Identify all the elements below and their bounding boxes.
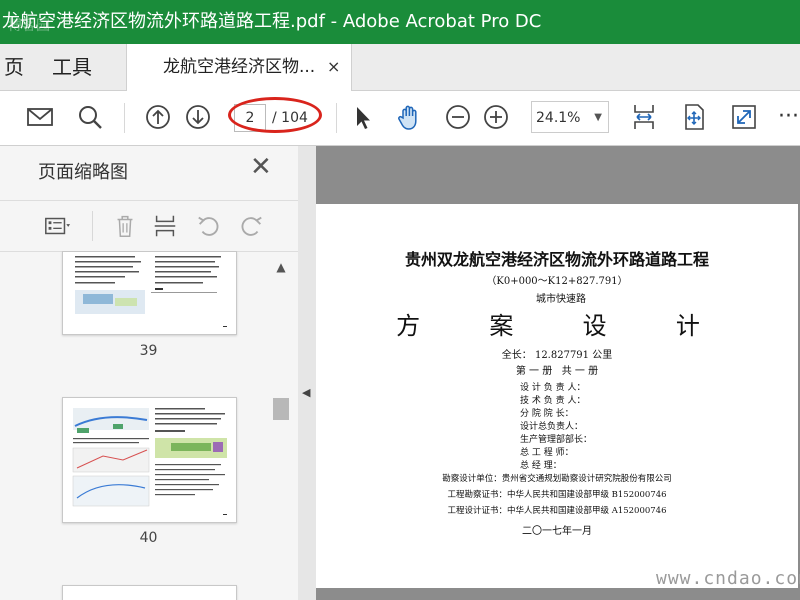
zoom-level-select[interactable]: 24.1% ▼ — [531, 101, 609, 133]
zoom-out-button[interactable] — [440, 99, 476, 135]
rotate-counterclockwise-button[interactable] — [192, 209, 226, 243]
project-length: 全长： 12.827791 公里 — [501, 350, 613, 361]
signature-line: 总 经 理： — [520, 461, 562, 471]
signature-line: 技 术 负 责 人： — [520, 396, 586, 406]
thumbnail-toolbar — [0, 200, 298, 252]
close-panel-button[interactable]: ✕ — [250, 152, 272, 182]
hand-icon — [398, 105, 417, 130]
rotate-left-icon — [198, 216, 219, 236]
watermark-top: 博客园 — [8, 18, 50, 34]
scroll-up-arrow[interactable]: ▲ — [272, 258, 290, 276]
watermark-bottom: www.cndao.com — [656, 568, 800, 589]
zoom-in-icon — [484, 105, 508, 129]
toolbar-divider — [336, 103, 337, 133]
signature-line: 设计总负责人： — [520, 422, 584, 432]
tab-tools[interactable]: 工具 — [52, 44, 92, 90]
thumbnail-page-number: 40 — [139, 530, 158, 546]
toolbar-divider — [124, 103, 125, 133]
red-annotation-ellipse — [228, 97, 322, 133]
tab-bar: 页 工具 — [0, 44, 800, 91]
project-title: 贵州双龙航空港经济区物流外环路道路工程 — [404, 250, 709, 269]
more-tools-button[interactable]: ··· — [778, 99, 799, 135]
list-options-icon — [45, 217, 71, 235]
select-tool-button[interactable] — [344, 99, 380, 135]
envelope-icon — [27, 108, 53, 126]
previous-page-button[interactable] — [140, 99, 176, 135]
arrow-up-circle-icon — [146, 105, 170, 129]
delete-pages-button[interactable] — [108, 209, 142, 243]
panel-collapse-handle[interactable]: ◀ — [298, 146, 316, 600]
thumbnail-page-41[interactable] — [62, 585, 237, 600]
volume-info: 第 一 册 共 一 册 — [515, 366, 599, 377]
search-icon — [79, 106, 102, 129]
thumbnail-options-button[interactable] — [40, 209, 74, 243]
email-button[interactable] — [22, 99, 58, 135]
trash-icon — [117, 215, 133, 238]
scroll-mode-button[interactable] — [676, 99, 712, 135]
survey-certificate: 工程勘察证书：中华人民共和国建设部甲级 B152000746 — [447, 490, 667, 500]
zoom-in-button[interactable] — [478, 99, 514, 135]
insert-page-icon — [154, 215, 176, 237]
signature-line: 分 院 院 长： — [520, 409, 574, 419]
thumbnail-scrollbar[interactable]: ▲ — [272, 258, 290, 598]
arrow-down-circle-icon — [186, 105, 210, 129]
page-move-icon — [685, 104, 704, 130]
insert-page-button[interactable] — [148, 209, 182, 243]
design-certificate: 工程设计证书：中华人民共和国建设部甲级 A152000746 — [447, 506, 667, 516]
pdf-page: 贵州双龙航空港经济区物流外环路道路工程 （K0+000～K12+827.791）… — [316, 204, 798, 588]
collapse-arrow-icon: ◀ — [302, 386, 311, 399]
next-page-button[interactable] — [180, 99, 216, 135]
thumbnail-page-40[interactable] — [62, 397, 237, 523]
page-thumbnails-panel: 页面缩略图 ✕ 39 40 ▲ — [0, 146, 299, 600]
expand-icon — [732, 105, 756, 129]
close-tab-button[interactable]: × — [327, 44, 340, 90]
caret-down-icon: ▼ — [594, 112, 602, 123]
signature-line: 总 工 程 师： — [520, 448, 574, 458]
document-tab-label: 龙航空港经济区物... — [163, 57, 316, 77]
panel-title: 页面缩略图 — [38, 162, 128, 183]
tab-home[interactable]: 页 — [4, 44, 24, 90]
hand-tool-button[interactable] — [392, 99, 428, 135]
fit-page-button[interactable] — [626, 99, 662, 135]
window-title: 龙航空港经济区物流外环路道路工程.pdf - Adobe Acrobat Pro… — [2, 11, 542, 32]
main-toolbar: 2 / 104 24.1% ▼ ··· — [0, 91, 800, 146]
road-class: 城市快速路 — [536, 294, 586, 305]
rotate-right-icon — [241, 216, 262, 236]
page-39-preview — [75, 256, 227, 327]
zoom-out-icon — [446, 105, 470, 129]
rotate-clockwise-button[interactable] — [234, 209, 268, 243]
cursor-arrow-icon — [357, 107, 370, 129]
survey-design-unit: 勘察设计单位：贵州省交通规划勘察设计研究院股份有限公司 — [442, 474, 672, 484]
thumbnail-list[interactable]: 39 40 — [0, 251, 298, 600]
signature-line: 设 计 负 责 人： — [520, 383, 586, 393]
search-button[interactable] — [72, 99, 108, 135]
document-date: 二〇一七年一月 — [522, 526, 592, 537]
scroll-thumb[interactable] — [273, 398, 289, 420]
signature-line: 生产管理部部长： — [520, 435, 593, 445]
tab-document[interactable]: 龙航空港经济区物... × — [126, 44, 352, 91]
design-stage: 方 案 设 计 — [396, 312, 718, 340]
page-40-preview — [72, 408, 227, 515]
fit-width-icon — [634, 105, 654, 129]
panel-divider — [92, 211, 93, 241]
window-titlebar: 龙航空港经济区物流外环路道路工程.pdf - Adobe Acrobat Pro… — [0, 0, 800, 44]
thumbnail-page-number: 39 — [139, 343, 158, 359]
thumbnail-page-39[interactable] — [62, 251, 237, 335]
chainage-range: （K0+000～K12+827.791） — [486, 276, 628, 287]
zoom-level-value: 24.1% — [536, 110, 581, 126]
full-screen-button[interactable] — [726, 99, 762, 135]
